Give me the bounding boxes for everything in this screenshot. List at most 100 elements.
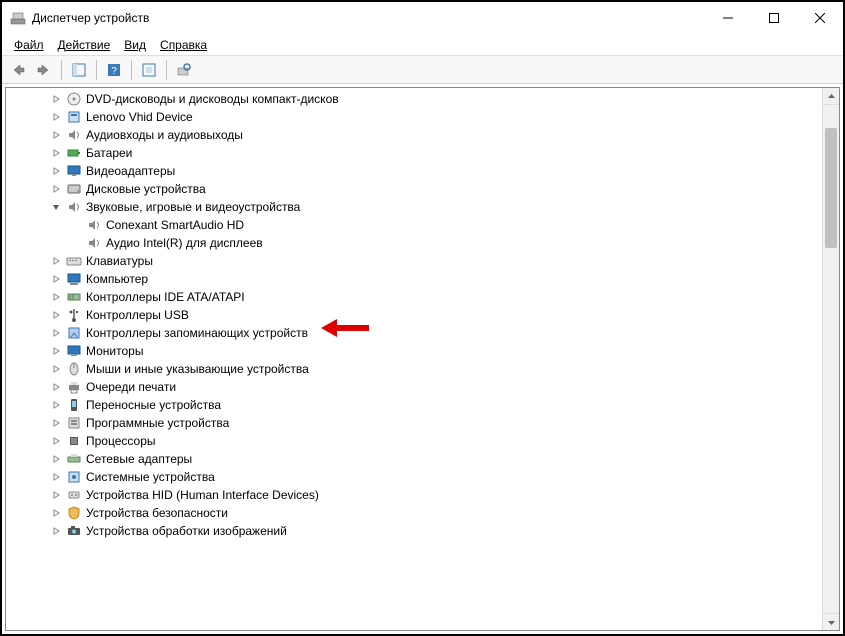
expand-icon[interactable] [48, 127, 64, 143]
menu-view[interactable]: Вид [118, 36, 152, 54]
expand-icon[interactable] [48, 505, 64, 521]
tree-node-label: Сетевые адаптеры [86, 452, 192, 466]
maximize-button[interactable] [751, 2, 797, 34]
tree-node[interactable]: Сетевые адаптеры [6, 450, 821, 468]
menu-help[interactable]: Справка [154, 36, 213, 54]
audio-icon [66, 127, 82, 143]
tree-node[interactable]: Мониторы [6, 342, 821, 360]
tree-node-label: Аудио Intel(R) для дисплеев [106, 236, 263, 250]
back-button[interactable] [6, 59, 30, 81]
device-tree[interactable]: DVD-дисководы и дисководы компакт-дисков… [6, 88, 821, 630]
tree-node[interactable]: Аудиовходы и аудиовыходы [6, 126, 821, 144]
expand-icon[interactable] [48, 523, 64, 539]
titlebar: Диспетчер устройств [2, 2, 843, 34]
tree-node[interactable]: Conexant SmartAudio HD [6, 216, 821, 234]
expand-icon[interactable] [48, 109, 64, 125]
tree-node[interactable]: Очереди печати [6, 378, 821, 396]
expand-icon[interactable] [48, 307, 64, 323]
tree-node[interactable]: Контроллеры запоминающих устройств [6, 324, 821, 342]
menu-action[interactable]: Действие [52, 36, 117, 54]
vertical-scrollbar[interactable] [822, 88, 839, 630]
tree-node-label: Дисковые устройства [86, 182, 206, 196]
expand-icon[interactable] [48, 145, 64, 161]
tree-node[interactable]: Процессоры [6, 432, 821, 450]
expand-icon[interactable] [48, 181, 64, 197]
expand-icon[interactable] [48, 451, 64, 467]
tree-node[interactable]: Клавиатуры [6, 252, 821, 270]
tree-node[interactable]: Мыши и иные указывающие устройства [6, 360, 821, 378]
tree-node-label: Клавиатуры [86, 254, 153, 268]
tree-node[interactable]: Lenovo Vhid Device [6, 108, 821, 126]
tree-node-label: Программные устройства [86, 416, 229, 430]
expand-icon[interactable] [48, 379, 64, 395]
app-icon [10, 10, 26, 26]
tree-node-label: Видеоадаптеры [86, 164, 175, 178]
tree-node[interactable]: Компьютер [6, 270, 821, 288]
tree-node[interactable]: Устройства обработки изображений [6, 522, 821, 540]
tree-node[interactable]: Звуковые, игровые и видеоустройства [6, 198, 821, 216]
expand-icon[interactable] [48, 433, 64, 449]
device-icon [66, 109, 82, 125]
tree-node-label: Звуковые, игровые и видеоустройства [86, 200, 300, 214]
audio-icon [66, 199, 82, 215]
tree-node[interactable]: Видеоадаптеры [6, 162, 821, 180]
tree-node[interactable]: Дисковые устройства [6, 180, 821, 198]
portable-icon [66, 397, 82, 413]
menu-file[interactable]: Файл [8, 36, 50, 54]
tree-node[interactable]: Программные устройства [6, 414, 821, 432]
expand-icon[interactable] [48, 487, 64, 503]
tree-node[interactable]: Устройства безопасности [6, 504, 821, 522]
tree-node[interactable]: Контроллеры IDE ATA/ATAPI [6, 288, 821, 306]
tree-node[interactable]: Переносные устройства [6, 396, 821, 414]
expand-icon[interactable] [48, 271, 64, 287]
svg-text:?: ? [111, 66, 117, 77]
scroll-down-button[interactable] [823, 613, 839, 630]
menubar: Файл Действие Вид Справка [2, 34, 843, 56]
hdd-icon [66, 181, 82, 197]
audio-icon [86, 235, 102, 251]
tree-node-label: Устройства обработки изображений [86, 524, 287, 538]
tree-node[interactable]: Аудио Intel(R) для дисплеев [6, 234, 821, 252]
forward-button[interactable] [32, 59, 56, 81]
scroll-up-button[interactable] [823, 88, 839, 105]
tree-node-label: Аудиовходы и аудиовыходы [86, 128, 243, 142]
expand-icon[interactable] [48, 415, 64, 431]
refresh-button[interactable] [172, 59, 196, 81]
usb-icon [66, 307, 82, 323]
toolbar-separator [166, 60, 167, 80]
tree-node-label: Очереди печати [86, 380, 176, 394]
show-hide-button[interactable] [67, 59, 91, 81]
expand-icon[interactable] [48, 361, 64, 377]
window-title: Диспетчер устройств [32, 11, 705, 25]
tree-node[interactable]: Устройства HID (Human Interface Devices) [6, 486, 821, 504]
tree-node[interactable]: DVD-дисководы и дисководы компакт-дисков [6, 90, 821, 108]
scroll-thumb[interactable] [825, 128, 837, 248]
device-manager-window: Диспетчер устройств Файл Действие Вид Сп… [2, 2, 843, 634]
close-button[interactable] [797, 2, 843, 34]
tree-node[interactable]: Системные устройства [6, 468, 821, 486]
expand-icon[interactable] [48, 199, 64, 215]
network-icon [66, 451, 82, 467]
scan-button[interactable] [137, 59, 161, 81]
expand-icon[interactable] [48, 253, 64, 269]
expand-icon[interactable] [48, 91, 64, 107]
tree-node[interactable]: Контроллеры USB [6, 306, 821, 324]
tree-node-label: Conexant SmartAudio HD [106, 218, 244, 232]
keyboard-icon [66, 253, 82, 269]
expand-icon[interactable] [48, 397, 64, 413]
expand-icon[interactable] [48, 289, 64, 305]
tree-node-label: Компьютер [86, 272, 148, 286]
battery-icon [66, 145, 82, 161]
minimize-button[interactable] [705, 2, 751, 34]
help-button[interactable]: ? [102, 59, 126, 81]
software-icon [66, 415, 82, 431]
window-buttons [705, 2, 843, 34]
expand-icon[interactable] [48, 469, 64, 485]
tree-node[interactable]: Батареи [6, 144, 821, 162]
cpu-icon [66, 433, 82, 449]
expand-icon[interactable] [48, 325, 64, 341]
tree-node-label: Батареи [86, 146, 132, 160]
tree-node-label: Контроллеры запоминающих устройств [86, 326, 308, 340]
expand-icon[interactable] [48, 343, 64, 359]
expand-icon[interactable] [48, 163, 64, 179]
